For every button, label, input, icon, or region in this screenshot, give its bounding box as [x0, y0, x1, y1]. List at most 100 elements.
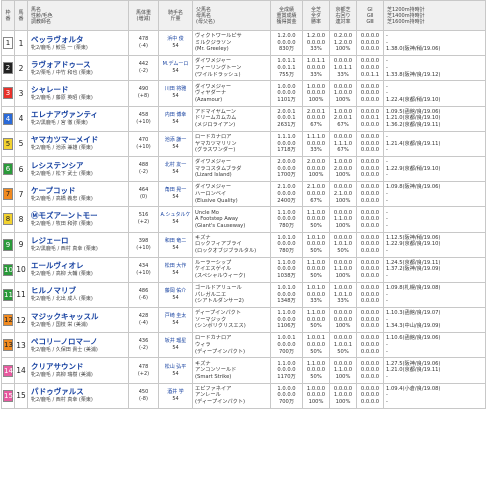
- overall-stats-cell: 1.0.0.0 0.0.0.0 700万: [270, 382, 303, 409]
- stat-line: 67%: [310, 121, 322, 128]
- stat-line: 1.0.1.0: [277, 285, 296, 292]
- jockey-link[interactable]: 酒井 学: [160, 389, 192, 396]
- jockey-link[interactable]: 川田 将雅: [160, 86, 192, 93]
- horse-name-link[interactable]: ベッラヴォルタ: [31, 35, 128, 45]
- best-times-cell: - - 1.22.4(京都/稍/19.10): [383, 80, 486, 107]
- horse-name-link[interactable]: エールヴィオレ: [31, 261, 128, 271]
- stat-line: 0.0.0.0: [360, 172, 380, 179]
- jockey-link[interactable]: 松山 弘平: [160, 364, 192, 371]
- stat-line: 0.0.0.0: [306, 241, 326, 248]
- jockey-link[interactable]: M.デムーロ: [160, 61, 192, 68]
- stat-line: 1.0.1.1: [277, 58, 296, 65]
- horse-name-link[interactable]: ヒルノマリブ: [31, 286, 128, 296]
- stat-line: 1.0.0.1: [306, 335, 326, 342]
- umaban-cell: 10: [14, 256, 28, 283]
- jockey-link[interactable]: 藤岡 佑介: [160, 288, 192, 295]
- jockey-link[interactable]: 松田 大作: [160, 263, 192, 270]
- stat-line: 1.1.0.0: [277, 310, 296, 317]
- stat-line: 1.1.0.0: [333, 367, 353, 374]
- stat-line: 0.0.0.0: [306, 140, 326, 147]
- horse-cell: ヒルノマリブ 牝2/鹿毛 / 北出 成人 (栗東): [27, 281, 129, 309]
- jockey-link[interactable]: 和田 竜二: [160, 238, 192, 245]
- stat-line: 1.1.0.0: [277, 360, 296, 367]
- stat-line: 50%: [337, 348, 349, 355]
- horse-name-link[interactable]: エレナアヴァンティ: [31, 110, 128, 120]
- damsire-name: (シアトルダンサー2): [195, 298, 244, 305]
- stat-line: 0.0.0.0: [306, 316, 326, 323]
- stat-line: 0.0.0.0: [306, 190, 326, 197]
- table-header-row: 枠番 馬番 馬名 性齢/毛色 調教師名 馬体重 (増減) 騎手名 斤量 父馬名 母馬名 (母…: [1, 0, 486, 31]
- stat-line: 0.0.0.0: [306, 291, 326, 298]
- stat-line: 100%: [308, 399, 324, 406]
- jockey-link[interactable]: 内田 博幸: [160, 112, 192, 119]
- time-1200m: -: [386, 209, 388, 216]
- stat-line: 0.0.0.0: [360, 159, 380, 166]
- pedigree-cell: アドマイヤムーン ドリームカムカム (メジロライアン): [192, 105, 271, 132]
- jockey-weight: 54: [172, 93, 179, 100]
- time-1600m: -: [386, 373, 388, 380]
- horse-name-link[interactable]: マジックキャッスル: [31, 312, 128, 322]
- jockey-link[interactable]: 池添 謙一: [160, 137, 192, 144]
- best-times-cell: - - -: [383, 206, 486, 233]
- stat-line: 0.0.0.0: [360, 64, 380, 71]
- pedigree-cell: ダイワメジャー マラコスタムブラダ (Lizard Island): [192, 155, 271, 183]
- best-times-cell: - - 1.33.8(阪神/良/19.12): [383, 55, 486, 82]
- surface-stats-cell: 1.0.0.1 0.0.0.0 50%: [302, 332, 330, 359]
- horse-cell: パドゥヴァルス 牝2/鹿毛 / 西村 真幸 (栗東): [27, 382, 129, 409]
- grade-stats-cell: 0.0.0.0 0.0.0.0 0.0.1.1: [356, 55, 384, 82]
- time-1400m: 1.21.4(京都/良/19.11): [386, 140, 441, 147]
- weight-change: (+10): [136, 143, 151, 150]
- horse-name-link[interactable]: シャレード: [31, 85, 128, 95]
- horse-name-link[interactable]: ケープコッド: [31, 186, 128, 196]
- horse-sex-trainer: 牝2/鹿毛 / 鮫島 一 (栗東): [31, 44, 88, 51]
- stat-line: 1.0.0.0: [333, 90, 353, 97]
- jockey-link[interactable]: 戸崎 圭太: [160, 313, 192, 320]
- horse-name-link[interactable]: レジェーロ: [31, 236, 128, 246]
- best-times-cell: 1.10.6(函館/良/19.06) - -: [383, 332, 486, 359]
- damsire-name: (ワイルドラッシュ): [195, 71, 241, 78]
- horse-cell: マジックキャッスル 牝2/鹿毛 / 国枝 栄 (美浦): [27, 307, 129, 334]
- course-stats-cell: 1.0.0.0 2.0.0.1 67%: [329, 105, 357, 132]
- dam-name: マラコスタムブラダ: [195, 165, 242, 172]
- stat-line: 0.0.0.0: [277, 90, 296, 97]
- stat-line: 100%: [335, 373, 351, 380]
- jockey-weight: 54: [172, 194, 179, 201]
- sire-name: ダイワメジャー: [195, 58, 232, 65]
- horse-name-link[interactable]: レシステンシア: [31, 161, 128, 171]
- stat-line: 0.0.1.1: [360, 71, 380, 78]
- stat-line: 2.0.0.0: [333, 165, 353, 172]
- damsire-name: (グラスワンダー): [195, 147, 236, 154]
- grade-stats-cell: 0.0.0.0 0.0.0.0 0.0.0.0: [356, 281, 384, 309]
- stat-line: 1.1.0.0: [306, 259, 326, 266]
- horse-name-link[interactable]: Ⓜモズアーントモー: [31, 211, 128, 221]
- jockey-link[interactable]: 角田 晃一: [160, 187, 192, 194]
- jockey-cell: 角田 晃一 54: [158, 181, 193, 208]
- surface-stats-cell: 1.0.1.0 0.0.0.0 50%: [302, 231, 330, 258]
- horse-cell: クリアサウンド 牝2/鹿毛 / 高柳 瑞樹 (美浦): [27, 357, 129, 384]
- best-times-cell: - 1.22.9(京都/稍/19.10) -: [383, 155, 486, 183]
- stat-line: 50%: [310, 323, 322, 330]
- stat-line: 1.0.1.1: [306, 58, 326, 65]
- umaban-cell: 5: [14, 130, 28, 157]
- stat-line: 1.1.0.0: [333, 266, 353, 273]
- overall-stats-cell: 1.0.0.1 0.0.0.0 700万: [270, 332, 303, 359]
- jockey-link[interactable]: A.シュタルケ: [160, 212, 192, 219]
- stat-line: 0.0.0.0: [360, 165, 380, 172]
- horse-name-link[interactable]: ラヴォアドゥース: [31, 60, 128, 70]
- stat-line: 2.0.0.0: [306, 159, 326, 166]
- horse-name-link[interactable]: ヤマカツマーメイド: [31, 135, 128, 145]
- damsire-name: (スペシャルウィーク): [195, 273, 246, 280]
- stat-line: 1.0.1.0: [306, 234, 326, 241]
- surface-stats-cell: 1.0.0.0 0.0.0.0 100%: [302, 80, 330, 107]
- stat-line: 1.0.0.0: [277, 83, 296, 90]
- horse-name-link[interactable]: パドゥヴァルス: [31, 387, 128, 397]
- jockey-link[interactable]: 浜中 俊: [160, 36, 192, 43]
- waku-badge: 2: [3, 62, 13, 75]
- horse-name-link[interactable]: ペコリーノロマーノ: [31, 337, 128, 347]
- stat-line: 50%: [310, 273, 322, 280]
- horse-name-link[interactable]: クリアサウンド: [31, 362, 128, 372]
- jockey-link[interactable]: 北村 友一: [160, 162, 192, 169]
- weight-change: (0): [139, 194, 148, 201]
- weight-cell: 516 (+2): [128, 206, 159, 233]
- jockey-link[interactable]: 坂井 瑠星: [160, 338, 192, 345]
